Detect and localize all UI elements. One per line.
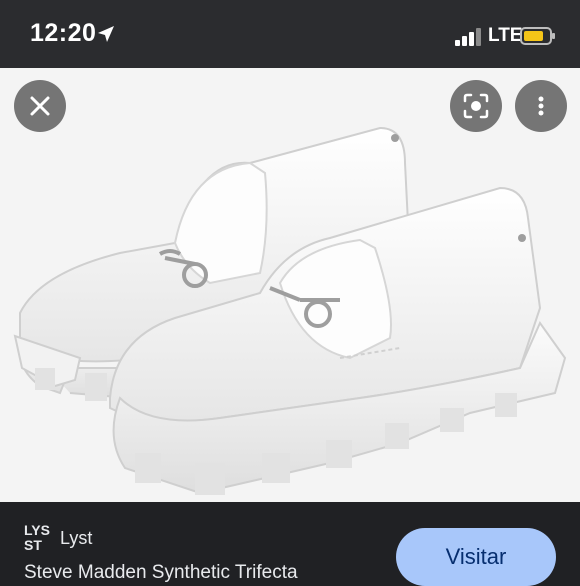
location-arrow-icon (98, 26, 114, 42)
image-viewer[interactable] (0, 68, 580, 502)
signal-bars-icon (455, 28, 481, 46)
status-bar: 12:20 LTE (0, 0, 580, 68)
source-name[interactable]: Lyst (60, 528, 92, 549)
status-time: 12:20 (30, 19, 97, 47)
lyst-logo: LYS ST (24, 522, 50, 552)
product-title[interactable]: Steve Madden Synthetic Trifecta (24, 562, 394, 584)
battery-icon (520, 27, 555, 45)
svg-text:ST: ST (24, 537, 42, 552)
shoe-image (13, 126, 567, 495)
visit-button[interactable]: Visitar (396, 528, 556, 586)
network-type: LTE (488, 25, 523, 46)
svg-text:LYS: LYS (24, 522, 50, 538)
lens-search-icon (463, 93, 489, 119)
close-icon (30, 96, 50, 116)
lens-button[interactable] (450, 80, 502, 132)
more-options-button[interactable] (515, 80, 567, 132)
more-vert-icon (538, 96, 544, 116)
close-button[interactable] (14, 80, 66, 132)
